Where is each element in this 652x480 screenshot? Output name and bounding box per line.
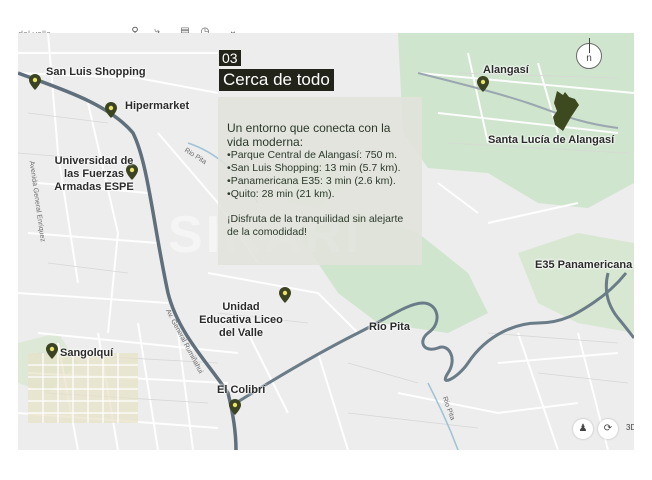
distance-list: Parque Central de Alangasí: 750 m. San L… — [227, 149, 414, 201]
list-item: Parque Central de Alangasí: 750 m. — [227, 149, 414, 162]
list-item: Quito: 28 min (21 km). — [227, 188, 414, 201]
info-closing: ¡Disfruta de la tranquilidad sin alejart… — [227, 213, 404, 238]
map-canvas[interactable]: n SIKARI San Luis Shopping Hipermarket U… — [18, 33, 634, 450]
santa-lucia-plot-icon[interactable] — [551, 89, 581, 133]
label-sangolqui: Sangolquí — [60, 347, 114, 359]
label-e35-panamericana: E35 Panamericana — [535, 259, 633, 271]
compass-icon[interactable]: n — [576, 38, 602, 69]
hipermarket-pin-icon[interactable] — [105, 102, 117, 118]
sangolqui-pin-icon[interactable] — [46, 343, 58, 359]
label-alangasi: Alangasí — [483, 64, 529, 76]
label-el-colibri: El Colibrí — [217, 384, 266, 396]
info-intro: Un entorno que conecta con la vida moder… — [227, 121, 391, 149]
compass-north-label: n — [586, 53, 592, 64]
san-luis-shopping-pin-icon[interactable] — [29, 74, 41, 90]
rotate-icon[interactable]: ⟳ — [598, 419, 618, 439]
section-title: Cerca de todo — [219, 69, 334, 91]
label-rio-pita: Rio Pita — [369, 321, 410, 333]
map-toolbar: del valle ⚲ ⤷ ▤ ◷ ⌄ — [0, 0, 652, 39]
list-item: San Luis Shopping: 13 min (5.7 km). — [227, 162, 414, 175]
info-panel: Un entorno que conecta con la vida moder… — [218, 97, 422, 265]
list-item: Panamericana E35: 3 min (2.6 km). — [227, 175, 414, 188]
label-unidad-educativa: Unidad Educativa Liceo del Valle — [199, 301, 283, 339]
alangasi-pin-icon[interactable] — [477, 76, 489, 92]
3d-toggle-button[interactable]: 3D — [626, 423, 634, 432]
label-santa-lucia: Santa Lucía de Alangasí — [488, 134, 615, 146]
label-universidad: Universidad de las Fuerzas Armadas ESPE — [54, 155, 134, 193]
label-san-luis-shopping: San Luis Shopping — [46, 66, 146, 78]
section-number: 03 — [219, 50, 241, 66]
el-colibri-pin-icon[interactable] — [229, 399, 241, 415]
label-hipermarket: Hipermarket — [125, 100, 190, 112]
pegman-icon[interactable]: ♟ — [573, 419, 593, 439]
